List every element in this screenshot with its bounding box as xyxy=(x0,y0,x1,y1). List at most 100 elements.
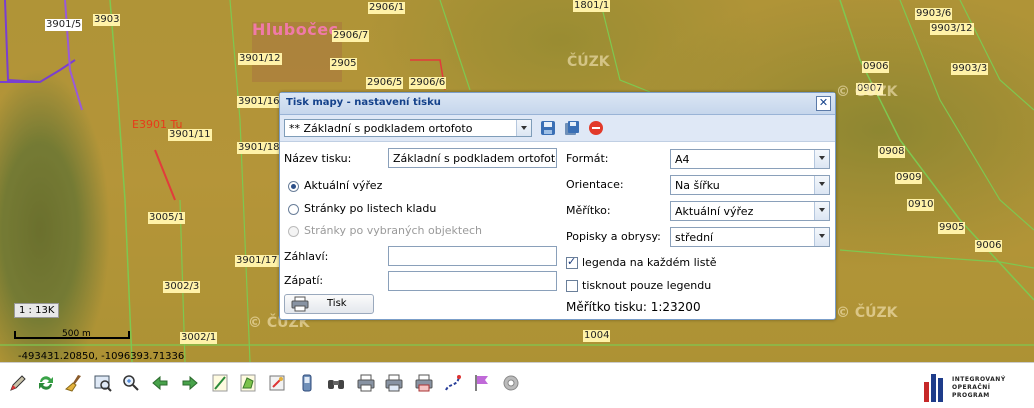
chevron-down-icon[interactable] xyxy=(814,202,829,220)
radio-objects-label: Stránky po vybraných objektech xyxy=(304,224,482,237)
print-settings-icon[interactable] xyxy=(384,373,404,393)
broom-icon[interactable] xyxy=(64,373,84,393)
parcel-label: 9903/3 xyxy=(951,63,989,75)
print-pdf-icon[interactable] xyxy=(414,373,434,393)
parcel-label: 2906/7 xyxy=(332,30,370,42)
logo-line: INTEGROVANÝ xyxy=(952,376,1006,383)
delete-icon[interactable] xyxy=(588,120,604,136)
preset-value: ** Základní s podkladem ortofoto xyxy=(289,122,473,135)
parcel-label: 1004 xyxy=(583,330,611,342)
legend-each-sheet-label: legenda na každém listě xyxy=(582,256,717,269)
chevron-down-icon[interactable] xyxy=(516,120,531,136)
watermark-text: ČÚZK xyxy=(567,54,610,70)
legend-each-sheet-checkbox[interactable] xyxy=(566,255,578,269)
parcel-label: 3903 xyxy=(93,14,121,26)
format-select[interactable]: A4 xyxy=(670,149,830,169)
measure-line-icon[interactable] xyxy=(210,373,230,393)
labels-outlines-label: Popisky a obrysy: xyxy=(566,230,661,243)
scale-value: Aktuální výřez xyxy=(675,205,754,218)
print-settings-dialog: Tisk mapy - nastavení tisku ✕ ** Základn… xyxy=(279,92,836,320)
zoom-window-icon[interactable] xyxy=(93,373,113,393)
labels-outlines-select[interactable]: střední xyxy=(670,227,830,247)
settings-icon[interactable] xyxy=(501,373,521,393)
flag-icon[interactable] xyxy=(472,373,492,393)
footer-input[interactable] xyxy=(388,271,557,291)
gps-icon[interactable] xyxy=(297,373,317,393)
print-name-label: Název tisku: xyxy=(284,152,352,165)
radio-current-view-label: Aktuální výřez xyxy=(304,179,383,192)
parcel-label: 3901/12 xyxy=(238,53,282,65)
orientation-value: Na šířku xyxy=(675,179,720,192)
parcel-label: 9006 xyxy=(975,240,1003,252)
forward-icon[interactable] xyxy=(180,373,200,393)
parcel-label: 0909 xyxy=(895,172,923,184)
orientation-label: Orientace: xyxy=(566,178,624,191)
legend-only-checkbox[interactable] xyxy=(566,280,578,292)
refresh-icon[interactable] xyxy=(36,373,56,393)
iop-logo: INTEGROVANÝ OPERAČNÍ PROGRAM xyxy=(920,368,1030,404)
parcel-label: 2905 xyxy=(330,58,358,70)
measure-area-icon[interactable] xyxy=(238,373,258,393)
watermark-text: © ČÚZK xyxy=(836,84,898,100)
cursor-coordinates: -493431.20850, -1096393.71336 xyxy=(18,351,185,362)
scale-bar-line xyxy=(14,331,130,339)
draw-icon[interactable] xyxy=(267,373,287,393)
print-button-label: Tisk xyxy=(327,298,347,309)
format-label: Formát: xyxy=(566,152,609,165)
dialog-toolbar: ** Základní s podkladem ortofoto xyxy=(280,115,835,142)
zoom-extent-icon[interactable] xyxy=(121,373,141,393)
edit-icon[interactable] xyxy=(8,373,28,393)
chevron-down-icon[interactable] xyxy=(814,176,829,194)
scale-label: Měřítko: xyxy=(566,204,611,217)
parcel-label: 0910 xyxy=(907,199,935,211)
parcel-label: 3002/1 xyxy=(180,332,218,344)
legend-only-label: tisknout pouze legendu xyxy=(582,279,712,292)
scale-indicator: 1 : 13K xyxy=(14,303,60,318)
watermark-text: © ČÚZK xyxy=(836,305,898,321)
parcel-label: 1801/1 xyxy=(573,0,611,12)
parcel-label: 0906 xyxy=(862,61,890,73)
logo-line: PROGRAM xyxy=(952,392,990,399)
dialog-titlebar[interactable]: Tisk mapy - nastavení tisku ✕ xyxy=(280,93,835,115)
printer-icon xyxy=(291,296,309,312)
parcel-label: 3901/18 xyxy=(237,142,281,154)
dialog-title: Tisk mapy - nastavení tisku xyxy=(286,97,441,108)
parcel-label: 3901/11 xyxy=(168,129,212,141)
save-as-icon[interactable] xyxy=(564,120,580,136)
binoculars-icon[interactable] xyxy=(326,373,346,393)
radio-sheets-label: Stránky po listech kladu xyxy=(304,202,437,215)
labels-outlines-value: střední xyxy=(675,231,714,244)
parcel-label: 0908 xyxy=(878,146,906,158)
header-label: Záhlaví: xyxy=(284,250,329,263)
parcel-label: 3901/17 xyxy=(235,255,279,267)
chevron-down-icon[interactable] xyxy=(814,150,829,168)
town-label: Hlubočec xyxy=(252,20,339,39)
radio-sheets[interactable] xyxy=(288,204,299,215)
parcel-label: 3901/5 xyxy=(45,19,83,31)
print-icon[interactable] xyxy=(356,373,376,393)
print-preset-select[interactable]: ** Základní s podkladem ortofoto xyxy=(284,119,532,137)
print-button[interactable]: Tisk xyxy=(284,294,374,314)
parcel-label: 3901/16 xyxy=(237,96,281,108)
back-icon[interactable] xyxy=(150,373,170,393)
close-button[interactable]: ✕ xyxy=(816,96,831,111)
chevron-down-icon[interactable] xyxy=(814,228,829,246)
parcel-label: 3002/3 xyxy=(163,281,201,293)
print-scale-text: Měřítko tisku: 1:23200 xyxy=(566,300,701,314)
parcel-label: 9903/6 xyxy=(915,8,953,20)
route-icon[interactable] xyxy=(443,373,463,393)
parcel-label: 9905 xyxy=(938,222,966,234)
print-name-input[interactable]: Základní s podkladem ortofoto xyxy=(388,148,557,168)
radio-current-view[interactable] xyxy=(288,181,299,192)
parcel-label: 2906/1 xyxy=(368,2,406,14)
logo-line: OPERAČNÍ xyxy=(952,384,991,391)
scale-select[interactable]: Aktuální výřez xyxy=(670,201,830,221)
header-input[interactable] xyxy=(388,246,557,266)
iop-logo-mark xyxy=(924,374,943,402)
save-icon[interactable] xyxy=(540,120,556,136)
bottom-toolbar: INTEGROVANÝ OPERAČNÍ PROGRAM xyxy=(0,362,1034,408)
parcel-label: 2906/5 xyxy=(366,77,404,89)
parcel-label: 9903/12 xyxy=(930,23,974,35)
orientation-select[interactable]: Na šířku xyxy=(670,175,830,195)
parcel-label: 2906/6 xyxy=(409,77,447,89)
